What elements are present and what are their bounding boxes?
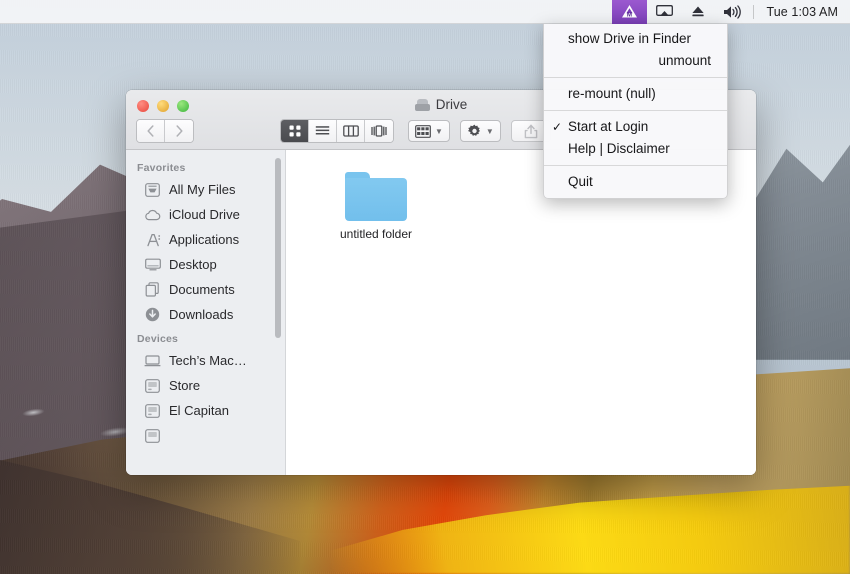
sidebar-item-icloud-drive[interactable]: iCloud Drive — [126, 202, 285, 227]
menu-bar: M — [0, 0, 850, 24]
sidebar-item-downloads[interactable]: Downloads — [126, 302, 285, 327]
menu-item-label: show Drive in Finder — [568, 31, 691, 46]
menu-separator — [544, 110, 727, 111]
sidebar-item-label: Tech’s Mac… — [169, 353, 247, 368]
folder-icon — [345, 172, 407, 221]
menu-separator — [544, 77, 727, 78]
sidebar-item-label: Store — [169, 378, 200, 393]
sidebar-item-desktop[interactable]: Desktop — [126, 252, 285, 277]
forward-button[interactable] — [165, 120, 193, 142]
sidebar-item-label: iCloud Drive — [169, 207, 240, 222]
menubar-clock[interactable]: Tue 1:03 AM — [756, 5, 850, 19]
gear-icon — [467, 124, 482, 139]
all-my-files-icon — [144, 182, 161, 198]
menu-item-start-at-login[interactable]: ✓ Start at Login — [544, 116, 727, 138]
menu-item-label: Start at Login — [568, 119, 648, 134]
menu-item-label: unmount — [658, 53, 711, 68]
applications-icon — [144, 232, 161, 248]
sidebar-item-label: Downloads — [169, 307, 233, 322]
menubar-item-eject[interactable] — [682, 0, 714, 24]
back-button[interactable] — [137, 120, 165, 142]
action-gear-button[interactable]: ▼ — [460, 120, 501, 142]
drive-icon — [144, 403, 161, 419]
menu-item-show-drive-in-finder[interactable]: show Drive in Finder — [544, 28, 727, 50]
menubar-item-volume[interactable] — [714, 0, 751, 24]
status-dropdown-menu: show Drive in Finder unmount re-mount (n… — [543, 24, 728, 199]
sidebar-item-label: Desktop — [169, 257, 217, 272]
menubar-divider — [753, 5, 754, 19]
sidebar-item-store[interactable]: Store — [126, 373, 285, 398]
file-item-untitled-folder[interactable]: untitled folder — [328, 172, 424, 241]
laptop-icon — [144, 353, 161, 369]
chevron-down-icon: ▼ — [435, 127, 443, 136]
eject-icon — [691, 5, 705, 18]
view-coverflow-button[interactable] — [365, 120, 393, 142]
mountainduck-app-icon: M — [621, 4, 638, 19]
sidebar-item-label: Documents — [169, 282, 235, 297]
drive-icon — [144, 378, 161, 394]
sidebar-section-devices-header: Devices — [126, 327, 285, 348]
svg-text:M: M — [627, 12, 632, 19]
menu-item-re-mount[interactable]: re-mount (null) — [544, 83, 727, 105]
sidebar-item-partial[interactable] — [126, 423, 285, 448]
sidebar-item-applications[interactable]: Applications — [126, 227, 285, 252]
view-icon-button[interactable] — [281, 120, 309, 142]
arrange-grid-icon — [415, 125, 431, 138]
menu-item-label: Quit — [568, 174, 593, 189]
documents-icon — [144, 282, 161, 298]
menu-item-help-disclaimer[interactable]: Help | Disclaimer — [544, 138, 727, 160]
desktop-icon — [144, 257, 161, 273]
menubar-status-item-mountainduck[interactable]: M — [612, 0, 647, 24]
menu-item-label: Help | Disclaimer — [568, 141, 670, 156]
icloud-icon — [144, 207, 161, 223]
view-column-button[interactable] — [337, 120, 365, 142]
menubar-item-airplay[interactable] — [647, 0, 682, 24]
airplay-icon — [656, 5, 673, 19]
chevron-down-icon: ▼ — [486, 127, 494, 136]
checkmark-icon: ✓ — [552, 116, 562, 138]
sidebar-scrollbar[interactable] — [275, 158, 281, 338]
sidebar-item-techs-mac[interactable]: Tech’s Mac… — [126, 348, 285, 373]
sidebar-item-all-my-files[interactable]: All My Files — [126, 177, 285, 202]
drive-icon — [144, 428, 161, 444]
menu-item-quit[interactable]: Quit — [544, 171, 727, 193]
sidebar-item-documents[interactable]: Documents — [126, 277, 285, 302]
arrange-by-button[interactable]: ▼ — [408, 120, 450, 142]
file-item-label: untitled folder — [340, 227, 412, 241]
menu-separator — [544, 165, 727, 166]
window-title-text: Drive — [436, 97, 468, 112]
view-mode-group — [280, 119, 394, 143]
nav-buttons-group — [136, 119, 194, 143]
sidebar-item-el-capitan[interactable]: El Capitan — [126, 398, 285, 423]
menu-item-unmount[interactable]: unmount — [544, 50, 727, 72]
sidebar-item-label: El Capitan — [169, 403, 229, 418]
sidebar-item-label: Applications — [169, 232, 239, 247]
menu-item-label: re-mount (null) — [568, 86, 656, 101]
sidebar-item-label: All My Files — [169, 182, 235, 197]
volume-icon — [723, 5, 742, 19]
sidebar-section-favorites-header: Favorites — [126, 156, 285, 177]
hard-disk-icon — [415, 98, 430, 111]
finder-sidebar[interactable]: Favorites All My Files — [126, 150, 286, 475]
view-list-button[interactable] — [309, 120, 337, 142]
downloads-icon — [144, 307, 161, 323]
desktop: M — [0, 0, 850, 574]
